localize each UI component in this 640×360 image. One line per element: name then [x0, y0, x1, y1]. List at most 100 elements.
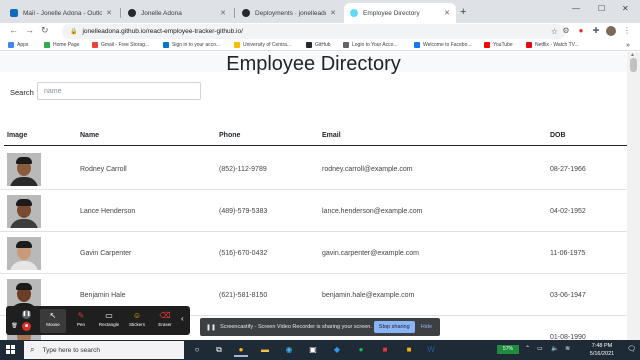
pause-icon[interactable]: ❚❚: [22, 310, 31, 319]
github-icon: [306, 42, 312, 48]
bookmark-label: Netflix - Watch TV...: [535, 42, 579, 48]
bookmark-star-icon[interactable]: ☆: [551, 27, 558, 36]
employee-email: benjamin.hale@example.com: [322, 291, 415, 299]
scrollbar-thumb[interactable]: [630, 58, 637, 72]
column-header-image[interactable]: Image: [7, 132, 27, 139]
chrome-icon[interactable]: ●: [234, 343, 248, 357]
tab-profile[interactable]: Jonelle Adona ✕: [122, 3, 232, 23]
column-header-dob[interactable]: DOB: [550, 132, 566, 139]
word-icon[interactable]: W: [424, 343, 438, 357]
recorder-tool-mouse[interactable]: ↖ Mouse: [40, 309, 66, 333]
edge-icon[interactable]: ◉: [282, 343, 296, 357]
bookmark-login[interactable]: Login to Your Acco...: [343, 40, 398, 50]
browser-window: Mail - Jonelle Adona - Outlook ✕ Jonelle…: [0, 0, 640, 340]
collapse-toolbar-button[interactable]: ‹: [181, 314, 184, 323]
chevron-up-icon[interactable]: ⌃: [525, 345, 530, 352]
puzzle-icon[interactable]: ✚: [591, 26, 601, 36]
recorder-tool-pen[interactable]: ✎ Pen: [68, 309, 94, 333]
bookmark-label: GitHub: [315, 42, 331, 48]
clock-date: 5/16/2021: [589, 351, 615, 357]
bookmark-gmail[interactable]: Gmail - Free Storag...: [92, 40, 149, 50]
app-icon[interactable]: ■: [402, 343, 416, 357]
notification-icon[interactable]: 🗨: [627, 345, 636, 353]
taskbar-search-box[interactable]: ⌕ Type here to search: [24, 341, 184, 359]
bookmarks-overflow-button[interactable]: »: [626, 40, 630, 50]
delete-icon[interactable]: 🗑: [10, 322, 19, 331]
battery-indicator[interactable]: 57%: [497, 345, 519, 354]
new-tab-button[interactable]: +: [460, 6, 466, 18]
github-icon: [128, 9, 136, 17]
recorder-tool-eraser[interactable]: ⌫ Eraser: [152, 309, 178, 333]
file-explorer-icon[interactable]: ▬: [258, 343, 272, 357]
tab-strip: Mail - Jonelle Adona - Outlook ✕ Jonelle…: [0, 0, 640, 23]
table-row: Lance Henderson (489)-579-5383 lance.hende…: [0, 190, 627, 232]
recorder-tool-label: Rectangle: [98, 322, 120, 327]
tab-title: Employee Directory: [363, 9, 420, 17]
tab-employee-directory[interactable]: Employee Directory ✕: [344, 3, 456, 23]
close-icon[interactable]: ✕: [220, 9, 226, 17]
stop-record-icon[interactable]: ■: [22, 322, 31, 331]
window-close-icon[interactable]: ✕: [622, 4, 629, 13]
search-input[interactable]: [37, 82, 201, 100]
taskbar-search-placeholder: Type here to search: [42, 346, 100, 354]
youtube-icon: [484, 42, 490, 48]
employee-photo: [7, 153, 41, 186]
bookmark-facebook[interactable]: Welcome to Facebo...: [414, 40, 472, 50]
page-content: Employee Directory Search Image Name Pho…: [0, 52, 627, 340]
hide-button[interactable]: Hide: [421, 324, 432, 330]
forward-icon[interactable]: →: [25, 25, 34, 35]
menu-icon[interactable]: ⋮: [622, 26, 632, 36]
tab-title: Deployments · jonelleadona/re...: [255, 9, 326, 17]
taskbar-clock[interactable]: 7:48 PM 5/16/2021: [584, 342, 620, 358]
close-icon[interactable]: ✕: [330, 9, 336, 17]
spotify-icon[interactable]: ●: [354, 343, 368, 357]
employee-dob: 11-06-1975: [550, 249, 586, 257]
network-icon[interactable]: ▭: [537, 345, 543, 352]
avatar[interactable]: [606, 26, 616, 36]
recorder-tool-label: Eraser: [158, 322, 172, 327]
react-icon: [350, 9, 358, 17]
bookmark-home[interactable]: Home Page: [44, 40, 79, 50]
maximize-icon[interactable]: ☐: [598, 4, 605, 13]
extension-icon[interactable]: ⚙: [561, 26, 571, 36]
task-view-icon[interactable]: ⧉: [212, 343, 226, 357]
column-header-phone[interactable]: Phone: [219, 132, 240, 139]
reload-icon[interactable]: ↻: [41, 25, 49, 36]
volume-icon[interactable]: 🔈: [551, 345, 558, 352]
table-row: Rodney Carroll (852)-112-9789 rodney.carro…: [0, 148, 627, 190]
screencastify-extension-icon[interactable]: ●: [576, 26, 586, 36]
column-header-name[interactable]: Name: [80, 132, 99, 139]
close-icon[interactable]: ✕: [444, 9, 450, 17]
vscode-icon[interactable]: ◆: [330, 343, 344, 357]
stop-sharing-button[interactable]: Stop sharing: [373, 321, 415, 333]
recorder-tool-stickers[interactable]: ☺ Stickers: [124, 309, 150, 333]
table-row: Gavin Carpenter (516)-670-0432 gavin.carpe…: [0, 232, 627, 274]
bookmark-label: Login to Your Acco...: [352, 42, 398, 48]
column-header-email[interactable]: Email: [322, 132, 341, 139]
bookmark-apps[interactable]: Apps: [8, 40, 28, 50]
cortana-icon[interactable]: ○: [190, 343, 204, 357]
bookmark-university[interactable]: University of Centra...: [234, 40, 291, 50]
employee-name: Lance Henderson: [80, 207, 136, 215]
wifi-icon[interactable]: ≋: [565, 345, 570, 352]
app-icon[interactable]: ■: [378, 343, 392, 357]
page-scrollbar[interactable]: ▲: [627, 52, 640, 340]
bookmark-microsoft[interactable]: Sign in to your acco...: [163, 40, 220, 50]
close-icon[interactable]: ✕: [106, 9, 112, 17]
windows-start-icon[interactable]: [6, 345, 16, 355]
store-icon[interactable]: ▣: [306, 343, 320, 357]
back-icon[interactable]: ←: [9, 25, 18, 35]
minimize-icon[interactable]: —: [572, 4, 580, 13]
bookmark-youtube[interactable]: YouTube: [484, 40, 513, 50]
bookmarks-bar: Apps Home Page Gmail - Free Storag... Si…: [0, 40, 640, 51]
bookmark-github[interactable]: GitHub: [306, 40, 331, 50]
tab-deployments[interactable]: Deployments · jonelleadona/re... ✕: [236, 3, 342, 23]
recorder-tool-rectangle[interactable]: ▭ Rectangle: [96, 309, 122, 333]
search-icon: ⌕: [30, 345, 35, 354]
university-icon: [234, 42, 240, 48]
rectangle-icon: ▭: [105, 311, 113, 320]
apps-icon: [8, 42, 14, 48]
tab-outlook[interactable]: Mail - Jonelle Adona - Outlook ✕: [4, 3, 118, 23]
bookmark-netflix[interactable]: Netflix - Watch TV...: [526, 40, 579, 50]
address-bar[interactable]: 🔒 jonelleadona.github.io/react-employee-…: [62, 24, 566, 39]
